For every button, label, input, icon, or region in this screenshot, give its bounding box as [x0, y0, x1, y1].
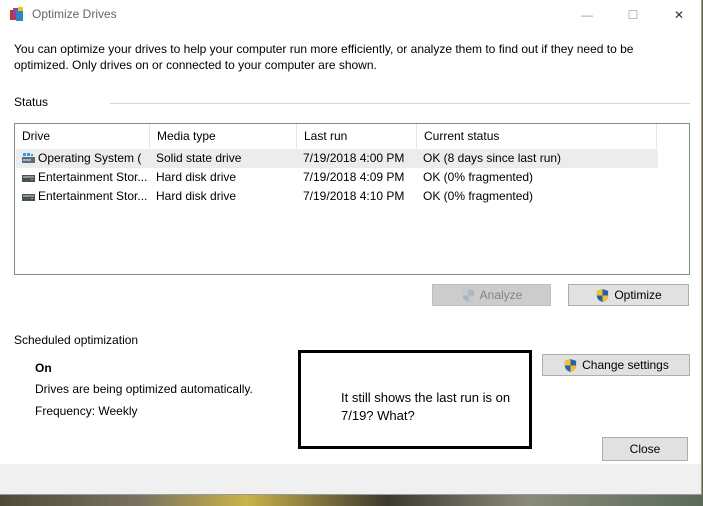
optimize-label: Optimize — [614, 288, 662, 302]
desktop-background — [0, 494, 703, 506]
close-button[interactable]: Close — [602, 437, 688, 461]
drive-row[interactable]: Entertainment Stor... Hard disk drive 7/… — [16, 187, 658, 206]
scheduled-optimization-heading: Scheduled optimization — [14, 333, 139, 347]
drive-name: Entertainment Stor... — [38, 189, 148, 203]
maximize-icon: ☐ — [627, 8, 639, 22]
analyze-button[interactable]: Analyze — [432, 284, 551, 306]
drive-last-run: 7/19/2018 4:10 PM — [303, 189, 405, 203]
schedule-frequency: Frequency: Weekly — [35, 404, 138, 418]
column-header-media-type[interactable]: Media type — [150, 124, 297, 148]
minimize-icon: — — [581, 8, 593, 22]
drive-current-status: OK (0% fragmented) — [423, 189, 534, 203]
drive-current-status: OK (0% fragmented) — [423, 170, 534, 184]
drive-name: Operating System ( — [38, 151, 142, 165]
close-label: Close — [629, 442, 661, 456]
status-heading: Status — [14, 95, 49, 109]
uac-shield-icon — [462, 288, 474, 302]
schedule-description: Drives are being optimized automatically… — [35, 382, 253, 396]
drive-row[interactable]: Entertainment Stor... Hard disk drive 7/… — [16, 168, 658, 187]
minimize-button[interactable]: — — [564, 0, 610, 30]
column-header-drive[interactable]: Drive — [15, 124, 150, 148]
close-icon: ✕ — [673, 8, 685, 22]
annotation-box: It still shows the last run is on 7/19? … — [298, 350, 532, 449]
schedule-state: On — [35, 361, 52, 375]
drive-list[interactable]: Drive Media type Last run Current status… — [14, 123, 690, 275]
main-content: You can optimize your drives to help you… — [0, 30, 701, 464]
drive-last-run: 7/19/2018 4:00 PM — [303, 151, 405, 165]
annotation-text: It still shows the last run is on 7/19? … — [341, 390, 511, 423]
column-header-last-run[interactable]: Last run — [297, 124, 417, 148]
change-settings-label: Change settings — [582, 358, 669, 372]
change-settings-button[interactable]: Change settings — [542, 354, 690, 376]
maximize-button[interactable]: ☐ — [610, 0, 656, 30]
os-drive-icon — [22, 153, 35, 163]
dialog-footer — [0, 464, 701, 494]
uac-shield-icon — [597, 288, 609, 302]
drive-media-type: Hard disk drive — [156, 170, 237, 184]
status-divider — [110, 103, 690, 104]
drive-media-type: Hard disk drive — [156, 189, 237, 203]
hard-drive-icon — [22, 194, 35, 201]
close-window-button[interactable]: ✕ — [656, 0, 702, 30]
column-header-current-status[interactable]: Current status — [417, 124, 657, 148]
optimize-button[interactable]: Optimize — [568, 284, 689, 306]
drive-media-type: Solid state drive — [156, 151, 242, 165]
uac-shield-icon — [565, 358, 577, 372]
optimize-drives-window: Optimize Drives — ☐ ✕ You can optimize y… — [0, 0, 702, 495]
analyze-label: Analyze — [479, 288, 523, 302]
drive-row[interactable]: Operating System ( Solid state drive 7/1… — [16, 149, 658, 168]
hard-drive-icon — [22, 175, 35, 182]
title-bar: Optimize Drives — ☐ ✕ — [0, 0, 701, 30]
drive-name: Entertainment Stor... — [38, 170, 148, 184]
drive-last-run: 7/19/2018 4:09 PM — [303, 170, 405, 184]
optimize-drives-icon — [10, 7, 23, 21]
drive-current-status: OK (8 days since last run) — [423, 151, 562, 165]
description-text: You can optimize your drives to help you… — [14, 42, 634, 72]
window-title: Optimize Drives — [32, 7, 117, 21]
